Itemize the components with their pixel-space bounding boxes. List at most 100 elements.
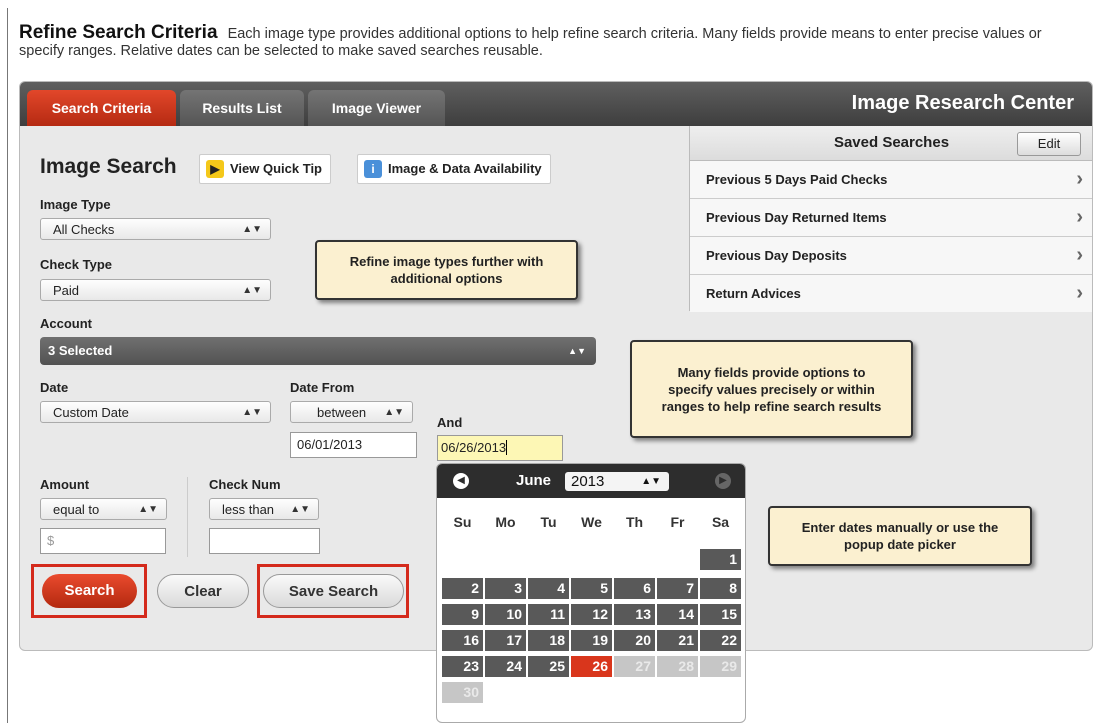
calendar-day[interactable]: 12: [571, 604, 612, 625]
callout-dates-text: Enter dates manually or use the popup da…: [801, 520, 999, 552]
saved-search-item[interactable]: Previous 5 Days Paid Checks ›: [690, 161, 1092, 199]
tab-bar: Search Criteria Results List Image Viewe…: [20, 82, 1092, 126]
calendar-header: ◀ June 2013 ▲▼ ▶: [437, 464, 745, 498]
select-arrows-icon: ▲▼: [242, 285, 262, 296]
calendar-day[interactable]: 17: [485, 630, 526, 651]
saved-search-label: Previous Day Returned Items: [706, 210, 887, 225]
save-search-button[interactable]: Save Search: [263, 574, 404, 608]
image-type-select[interactable]: All Checks ▲▼: [40, 218, 271, 240]
calendar-day[interactable]: 6: [614, 578, 655, 599]
calendar-day[interactable]: 27: [614, 656, 655, 677]
frame-left-border: [7, 8, 8, 723]
calendar-day[interactable]: 20: [614, 630, 655, 651]
calendar-day[interactable]: 18: [528, 630, 569, 651]
select-arrows-icon: ▲▼: [242, 224, 262, 235]
date-value: Custom Date: [53, 405, 129, 420]
select-arrows-icon: ▲▼: [290, 504, 310, 515]
check-num-operator-value: less than: [222, 502, 275, 517]
calendar-day-selected[interactable]: 26: [571, 656, 612, 677]
calendar-day[interactable]: 16: [442, 630, 483, 651]
callout-date-picker: Enter dates manually or use the popup da…: [768, 506, 1032, 566]
chevron-right-icon: ›: [1076, 206, 1083, 228]
weekday-label: Tu: [540, 514, 557, 530]
calendar-day[interactable]: 30: [442, 682, 483, 703]
clear-button[interactable]: Clear: [157, 574, 249, 608]
calendar-day[interactable]: 19: [571, 630, 612, 651]
previous-month-icon[interactable]: ◀: [453, 473, 469, 489]
intro-heading: Refine Search Criteria: [19, 22, 218, 43]
brand-title: Image Research Center: [851, 92, 1074, 114]
date-select[interactable]: Custom Date ▲▼: [40, 401, 271, 423]
callout-refine-text: Refine image types further with addition…: [349, 254, 544, 286]
account-value: 3 Selected: [48, 343, 113, 358]
calendar-day[interactable]: 1: [700, 549, 741, 570]
calendar-day[interactable]: 25: [528, 656, 569, 677]
field-divider: [187, 477, 188, 557]
amount-operator-select[interactable]: equal to ▲▼: [40, 498, 167, 520]
calendar-day[interactable]: 10: [485, 604, 526, 625]
check-type-label: Check Type: [40, 257, 113, 272]
callout-fields-ranges: Many fields provide options to specify v…: [630, 340, 913, 438]
edit-saved-searches-button[interactable]: Edit: [1017, 132, 1081, 156]
date-operator-value: between: [317, 405, 367, 420]
saved-searches-header: Saved Searches Edit: [690, 126, 1092, 161]
chevron-right-icon: ›: [1076, 168, 1083, 190]
next-month-icon[interactable]: ▶: [715, 473, 731, 489]
callout-refine-types: Refine image types further with addition…: [315, 240, 578, 300]
weekday-label: Fr: [670, 514, 685, 530]
date-to-value: 06/26/2013: [441, 440, 507, 455]
date-operator-select[interactable]: between ▲▼: [290, 401, 413, 423]
calendar-day[interactable]: 14: [657, 604, 698, 625]
saved-search-label: Previous Day Deposits: [706, 248, 847, 263]
saved-search-item[interactable]: Previous Day Returned Items ›: [690, 199, 1092, 237]
date-from-input[interactable]: 06/01/2013: [290, 432, 417, 458]
chevron-right-icon: ›: [1076, 244, 1083, 266]
calendar-day[interactable]: 15: [700, 604, 741, 625]
tab-search-criteria[interactable]: Search Criteria: [27, 90, 176, 126]
select-arrows-icon: ▲▼: [384, 407, 404, 418]
check-type-select[interactable]: Paid ▲▼: [40, 279, 271, 301]
view-quick-tip-button[interactable]: ▶ View Quick Tip: [199, 154, 331, 184]
weekday-label: Su: [453, 514, 472, 530]
date-picker-popup: ◀ June 2013 ▲▼ ▶ Su Mo Tu We Th Fr Sa 12345678…: [436, 463, 746, 723]
calendar-day[interactable]: 28: [657, 656, 698, 677]
image-data-availability-button[interactable]: i Image & Data Availability: [357, 154, 551, 184]
calendar-day[interactable]: 29: [700, 656, 741, 677]
calendar-day[interactable]: 22: [700, 630, 741, 651]
account-select[interactable]: 3 Selected ▲▼: [40, 337, 596, 365]
calendar-day[interactable]: 24: [485, 656, 526, 677]
calendar-day[interactable]: 21: [657, 630, 698, 651]
calendar-day[interactable]: 4: [528, 578, 569, 599]
amount-input[interactable]: $: [40, 528, 166, 554]
date-to-input[interactable]: 06/26/2013: [437, 435, 563, 461]
calendar-day[interactable]: 5: [571, 578, 612, 599]
calendar-day[interactable]: 9: [442, 604, 483, 625]
calendar-day[interactable]: 7: [657, 578, 698, 599]
tab-image-viewer[interactable]: Image Viewer: [308, 90, 445, 126]
image-search-title: Image Search: [40, 155, 177, 178]
calendar-day[interactable]: 13: [614, 604, 655, 625]
text-cursor: [506, 440, 508, 455]
calendar-day[interactable]: 23: [442, 656, 483, 677]
calendar-day[interactable]: 3: [485, 578, 526, 599]
check-num-label: Check Num: [209, 477, 281, 492]
select-arrows-icon: ▲▼: [242, 407, 262, 418]
calendar-year-select[interactable]: 2013 ▲▼: [565, 472, 669, 491]
check-num-input[interactable]: [209, 528, 320, 554]
search-button[interactable]: Search: [42, 574, 137, 608]
tab-results-list[interactable]: Results List: [180, 90, 304, 126]
calendar-day[interactable]: 2: [442, 578, 483, 599]
calendar-month: June: [516, 472, 552, 489]
check-num-operator-select[interactable]: less than ▲▼: [209, 498, 319, 520]
saved-search-item[interactable]: Return Advices ›: [690, 275, 1092, 312]
callout-fields-text: Many fields provide options to specify v…: [661, 364, 882, 414]
select-arrows-icon: ▲▼: [138, 504, 158, 515]
select-arrows-icon: ▲▼: [641, 476, 661, 487]
saved-search-label: Return Advices: [706, 286, 801, 301]
calendar-year: 2013: [571, 473, 605, 490]
saved-search-item[interactable]: Previous Day Deposits ›: [690, 237, 1092, 275]
calendar-day[interactable]: 11: [528, 604, 569, 625]
calendar-day[interactable]: 8: [700, 578, 741, 599]
date-from-label: Date From: [290, 380, 355, 395]
weekday-label: Th: [625, 514, 644, 530]
